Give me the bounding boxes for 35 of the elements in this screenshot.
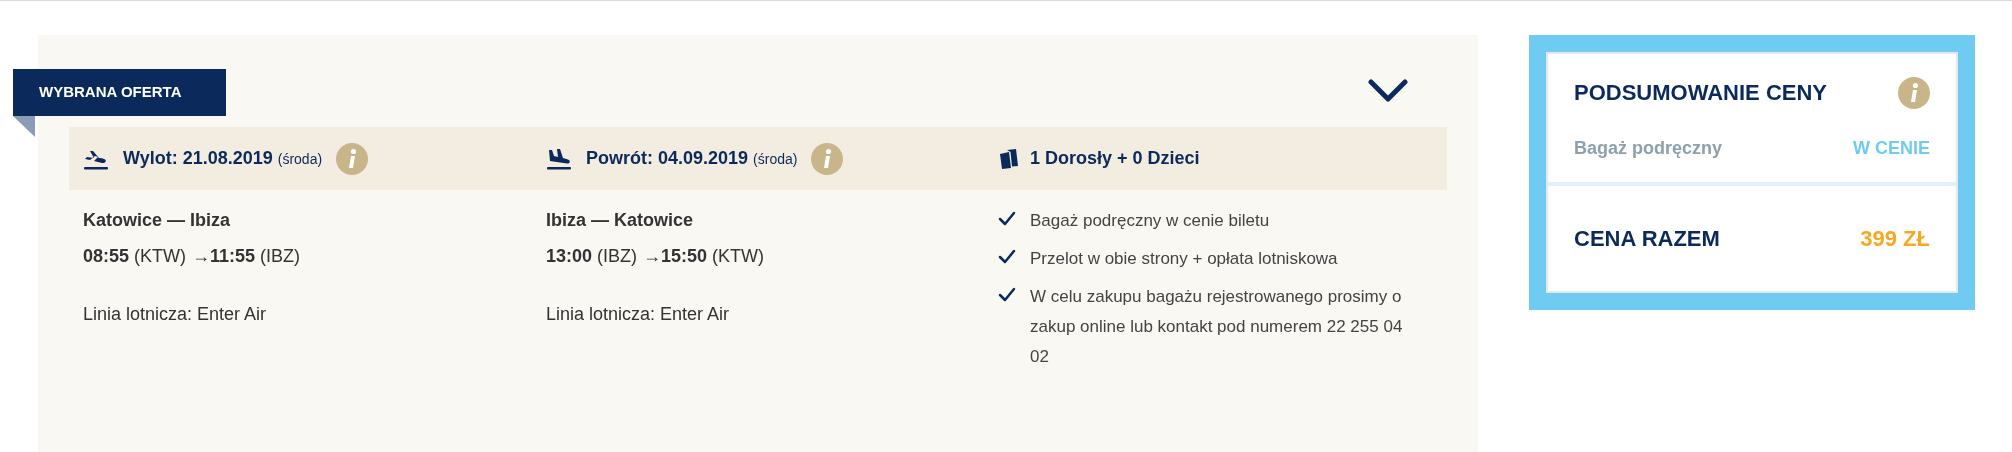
passenger-count: 1 Dorosły + 0 Dzieci — [1030, 147, 1200, 170]
landing-icon — [546, 146, 572, 171]
chevron-down-icon[interactable] — [1368, 79, 1408, 103]
total-label: CENA RAZEM — [1574, 225, 1720, 253]
airport-code: (KTW) — [134, 245, 187, 268]
included-item: Przelot w obie strony + opłata lotniskowa — [1030, 248, 1339, 270]
flight-date: Powrót: 04.09.2019 — [586, 147, 749, 170]
airline-name: Linia lotnicza: Enter Air — [83, 303, 268, 326]
arrival-time: 11:55 — [210, 245, 256, 268]
airport-code: (IBZ) — [597, 245, 638, 268]
airline-name: Linia lotnicza: Enter Air — [546, 303, 731, 326]
airport-code: (KTW) — [712, 245, 765, 268]
info-icon[interactable] — [1898, 76, 1930, 109]
airport-code: (IBZ) — [260, 245, 301, 268]
ribbon-fold-icon — [13, 116, 35, 137]
flight-date: Wylot: 21.08.2019 — [123, 147, 273, 170]
weekday: (środa) — [753, 150, 798, 169]
included-item: W celu zakupu bagażu rejestrowanego prosimy o zakup online lub kontakt pod numerem 22 255 04 02 — [1030, 286, 1404, 368]
offer-ribbon: WYBRANA OFERTA — [13, 69, 226, 116]
tickets-icon — [998, 147, 1020, 170]
flight-route: Ibiza — Katowice — [546, 209, 695, 232]
price-item-value: W CENIE — [1853, 137, 1930, 160]
included-item: Bagaż podręczny w cenie biletu — [1030, 210, 1271, 232]
price-item-label: Bagaż podręczny — [1574, 137, 1723, 160]
weekday: (środa) — [277, 150, 323, 169]
info-icon[interactable] — [336, 142, 369, 175]
departure-time: 13:00 — [546, 245, 593, 268]
arrival-time: 15:50 — [661, 245, 708, 268]
departure-time: 08:55 — [83, 245, 130, 268]
arrow-icon: → — [643, 238, 662, 274]
summary-title: PODSUMOWANIE CENY — [1574, 79, 1828, 107]
info-icon[interactable] — [811, 142, 844, 175]
total-price: 399 ZŁ — [1860, 225, 1930, 253]
arrow-icon: → — [192, 238, 211, 274]
flight-route: Katowice — Ibiza — [83, 209, 232, 232]
